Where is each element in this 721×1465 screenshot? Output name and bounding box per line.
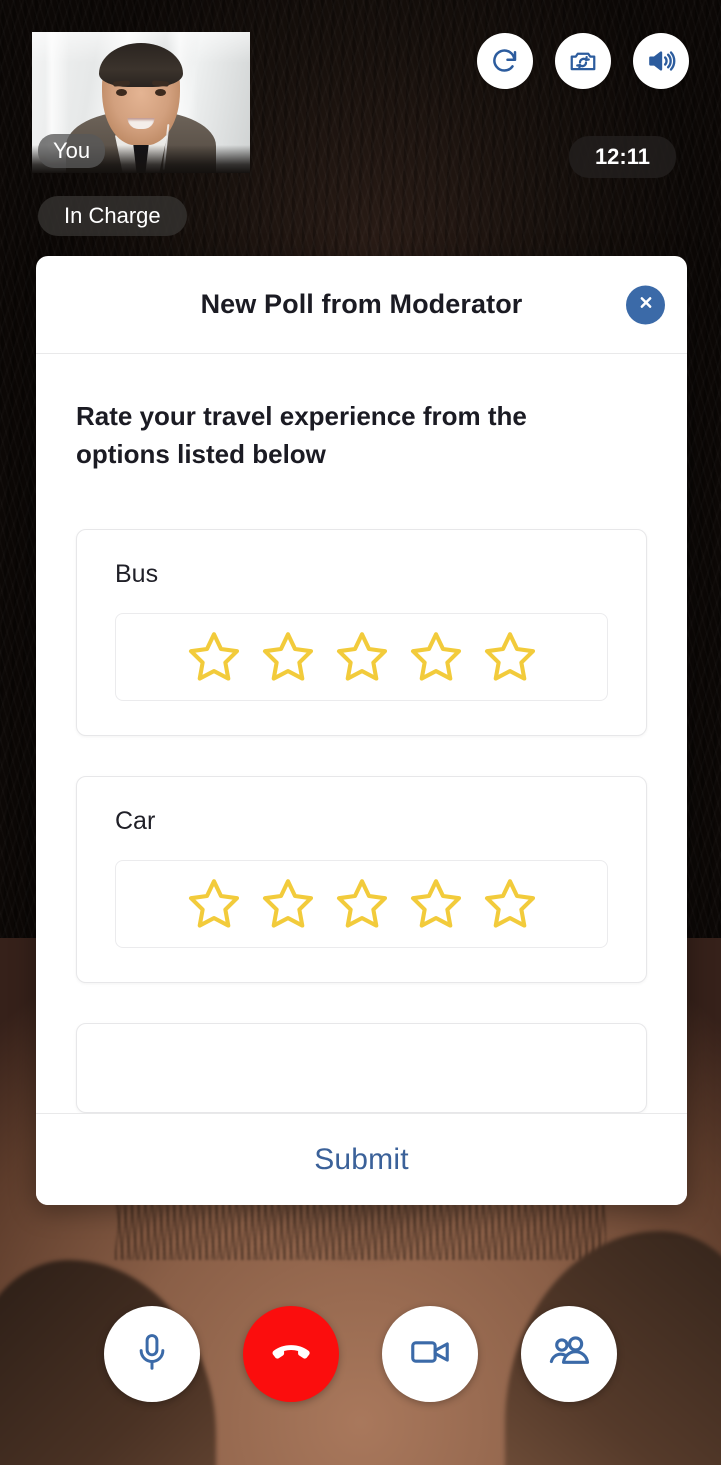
switch-camera-icon xyxy=(568,46,598,76)
speaker-button[interactable] xyxy=(633,33,689,89)
poll-option-label: Car xyxy=(115,807,156,836)
close-poll-button[interactable] xyxy=(626,285,665,324)
star-icon xyxy=(332,879,392,936)
star-icon xyxy=(480,632,540,689)
star-icon xyxy=(184,632,244,689)
star-icon xyxy=(332,632,392,689)
top-action-bar xyxy=(477,33,689,89)
star-icon xyxy=(480,879,540,936)
star-icon xyxy=(406,632,466,689)
star-icon xyxy=(258,632,318,689)
self-view-eye-left xyxy=(116,89,127,96)
poll-option-card: Car xyxy=(76,776,647,984)
call-control-bar xyxy=(0,1306,721,1402)
poll-modal: New Poll from Moderator Rate your travel… xyxy=(36,256,687,1205)
end-call-icon xyxy=(268,1329,314,1380)
star-icon xyxy=(258,879,318,936)
star-2-button[interactable] xyxy=(258,628,318,686)
speaker-icon xyxy=(646,46,676,76)
close-icon xyxy=(636,292,656,317)
star-2-button[interactable] xyxy=(258,875,318,933)
self-view-eye-right xyxy=(155,89,166,96)
video-camera-icon xyxy=(408,1330,452,1379)
submit-button[interactable]: Submit xyxy=(314,1143,409,1177)
poll-option-card xyxy=(76,1023,647,1113)
poll-modal-header: New Poll from Moderator xyxy=(36,256,687,354)
poll-option-card: Bus xyxy=(76,529,647,737)
star-5-button[interactable] xyxy=(480,628,540,686)
poll-option-label: Bus xyxy=(115,560,159,589)
star-3-button[interactable] xyxy=(332,875,392,933)
star-1-button[interactable] xyxy=(184,628,244,686)
poll-modal-footer: Submit xyxy=(36,1113,687,1205)
end-call-button[interactable] xyxy=(243,1306,339,1402)
star-icon xyxy=(184,879,244,936)
refresh-icon xyxy=(490,46,520,76)
self-view-name-badge: You xyxy=(38,134,106,169)
star-rating-group[interactable] xyxy=(115,860,608,949)
star-1-button[interactable] xyxy=(184,875,244,933)
participants-button[interactable] xyxy=(521,1306,617,1402)
poll-question: Rate your travel experience from the opt… xyxy=(76,401,527,469)
star-rating-group[interactable] xyxy=(115,613,608,702)
star-4-button[interactable] xyxy=(406,628,466,686)
microphone-button[interactable] xyxy=(104,1306,200,1402)
star-icon xyxy=(406,879,466,936)
role-badge: In Charge xyxy=(38,196,187,237)
poll-modal-body: Rate your travel experience from the opt… xyxy=(36,354,687,1113)
call-timer: 12:11 xyxy=(568,136,676,179)
star-3-button[interactable] xyxy=(332,628,392,686)
poll-title: New Poll from Moderator xyxy=(200,289,523,319)
video-call-screen: You In Charge 12:11 New Poll from Modera… xyxy=(0,0,721,1465)
star-5-button[interactable] xyxy=(480,875,540,933)
star-4-button[interactable] xyxy=(406,875,466,933)
video-camera-button[interactable] xyxy=(382,1306,478,1402)
microphone-icon xyxy=(131,1331,173,1378)
switch-camera-button[interactable] xyxy=(555,33,611,89)
participants-icon xyxy=(547,1330,591,1379)
refresh-button[interactable] xyxy=(477,33,533,89)
